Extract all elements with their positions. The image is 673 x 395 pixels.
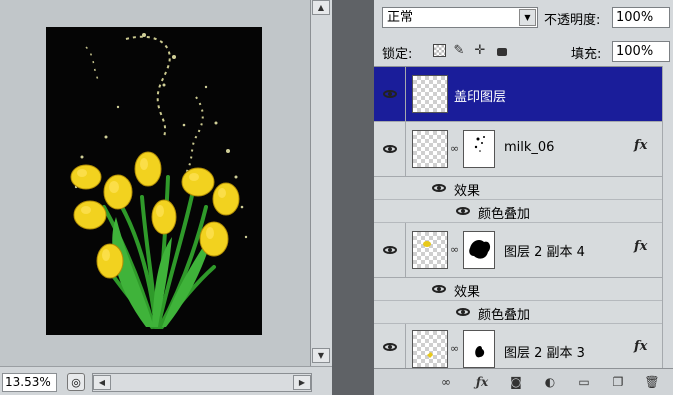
eye-icon[interactable]	[432, 184, 446, 192]
layer-row-copy4[interactable]: ∞ 图层 2 副本 4 fx ▲	[374, 223, 671, 278]
layer-row-stamp[interactable]: 盖印图层 ☝	[374, 67, 662, 204]
layer-thumbnail	[412, 330, 448, 368]
eye-icon	[382, 145, 397, 153]
canvas-area[interactable]	[0, 0, 310, 366]
new-group-icon[interactable]: ▭	[574, 373, 594, 391]
blend-mode-value: 正常	[387, 10, 414, 25]
lock-transparency-icon[interactable]	[431, 42, 447, 58]
scroll-up-arrow-icon[interactable]: ▲	[312, 0, 330, 15]
add-mask-icon[interactable]: ◙	[506, 373, 526, 391]
tulip-image[interactable]	[46, 27, 262, 335]
effect-name: 颜色叠加	[478, 207, 531, 222]
lock-brush-icon[interactable]: ✎	[451, 42, 467, 58]
eye-icon[interactable]	[456, 207, 470, 215]
eye-icon	[382, 90, 397, 98]
navigator-icon[interactable]: ◎	[67, 373, 85, 391]
layer-name: 图层 2 副本 3	[504, 346, 585, 361]
chevron-down-icon[interactable]: ▼	[519, 9, 536, 26]
add-style-icon[interactable]: ƒx	[472, 373, 492, 391]
tulip-artwork	[46, 27, 262, 335]
layers-panel: 正常 ▼ 不透明度: 100% 锁定: ✎ ✛ 填充: 100% 盖印图层 ☝ …	[374, 0, 673, 395]
lock-label: 锁定:	[382, 47, 413, 62]
layer-row-milk[interactable]: ∞ milk_06 fx ▲	[374, 122, 671, 177]
layer-mask-thumbnail[interactable]	[463, 130, 495, 168]
eye-icon[interactable]	[432, 285, 446, 293]
effect-name: 颜色叠加	[478, 308, 531, 323]
effects-label: 效果	[454, 285, 481, 300]
layers-list: 盖印图层 ☝ ∞ milk_06 fx ▲ 效果 颜色叠加	[374, 66, 673, 369]
layers-toolbar: ∞ ƒx ◙ ◐ ▭ ❐ 🗑	[374, 368, 673, 395]
lock-move-icon[interactable]: ✛	[472, 42, 488, 58]
layer-mask-thumbnail[interactable]	[463, 330, 495, 368]
effect-item-row[interactable]: 颜色叠加	[374, 200, 662, 223]
visibility-toggle[interactable]	[374, 223, 406, 277]
eye-icon[interactable]	[456, 308, 470, 316]
lock-all-icon[interactable]	[494, 42, 510, 58]
effects-row[interactable]: 效果	[374, 177, 662, 200]
trash-icon[interactable]: 🗑	[642, 373, 662, 391]
visibility-toggle[interactable]	[374, 67, 406, 121]
fill-label: 填充:	[571, 47, 602, 62]
layer-thumbnail	[412, 130, 448, 168]
window-gap	[332, 0, 374, 395]
visibility-toggle[interactable]	[374, 324, 406, 369]
chain-link-icon[interactable]: ∞	[450, 142, 459, 155]
layer-name: 图层 2 副本 4	[504, 245, 585, 260]
opacity-label: 不透明度:	[544, 13, 601, 28]
scroll-right-arrow-icon[interactable]: ▶	[293, 375, 311, 390]
scroll-left-arrow-icon[interactable]: ◀	[93, 375, 111, 390]
visibility-toggle[interactable]	[374, 122, 406, 176]
fx-icon[interactable]: fx	[634, 239, 647, 254]
effects-label: 效果	[454, 184, 481, 199]
blend-mode-select[interactable]: 正常 ▼	[382, 7, 538, 28]
layer-name: milk_06	[504, 140, 555, 155]
eye-icon	[382, 246, 397, 254]
layer-row-copy3[interactable]: ∞ 图层 2 副本 3 fx ▲	[374, 324, 671, 369]
status-bar: 13.53% ◎ ◀ ▶	[0, 366, 332, 395]
chain-link-icon[interactable]: ∞	[450, 243, 459, 256]
layer-thumbnail	[412, 231, 448, 269]
zoom-field[interactable]: 13.53%	[2, 373, 57, 392]
new-layer-icon[interactable]: ❐	[608, 373, 628, 391]
effect-item-row[interactable]: 颜色叠加	[374, 301, 662, 324]
fx-icon[interactable]: fx	[634, 138, 647, 153]
scroll-down-arrow-icon[interactable]: ▼	[312, 348, 330, 363]
link-layers-icon[interactable]: ∞	[436, 373, 456, 391]
chain-link-icon[interactable]: ∞	[450, 342, 459, 355]
eye-icon	[382, 342, 397, 351]
layers-scrollbar[interactable]	[662, 66, 673, 368]
effects-row[interactable]: 效果	[374, 278, 662, 301]
opacity-field[interactable]: 100%	[612, 7, 670, 28]
fx-icon[interactable]: fx	[634, 339, 647, 354]
layer-mask-thumbnail[interactable]	[463, 231, 495, 269]
document-window: ▲ ▼ 13.53% ◎ ◀ ▶	[0, 0, 332, 395]
fill-field[interactable]: 100%	[612, 41, 670, 62]
layer-name: 盖印图层	[454, 90, 507, 105]
adjustment-layer-icon[interactable]: ◐	[540, 373, 560, 391]
vertical-scrollbar[interactable]: ▲ ▼	[310, 0, 332, 366]
layer-thumbnail	[412, 75, 448, 113]
horizontal-scrollbar[interactable]: ◀ ▶	[92, 373, 312, 392]
